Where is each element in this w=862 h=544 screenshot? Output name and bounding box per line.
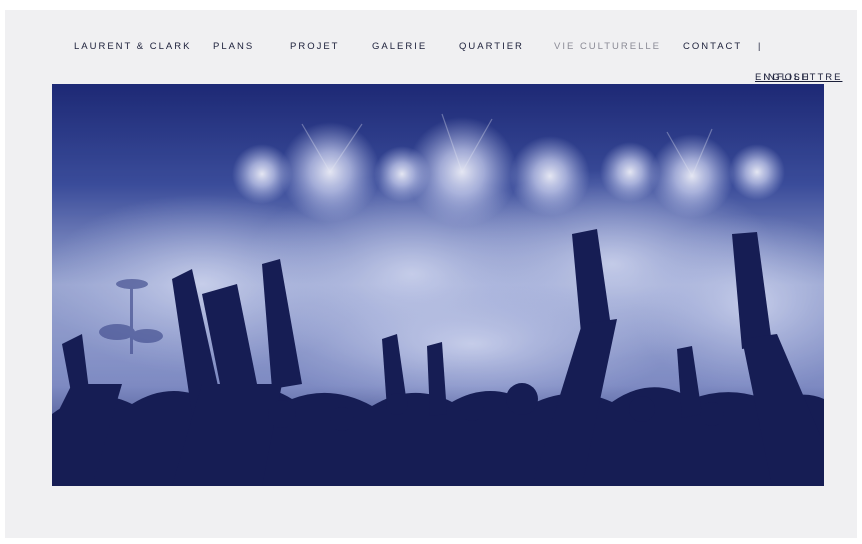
- nav-item-projet[interactable]: PROJET: [290, 41, 339, 52]
- top-navigation: LAURENT & CLARK PLANS PROJET GALERIE QUA…: [5, 10, 857, 84]
- newsletter-link[interactable]: Infolettre: [763, 72, 842, 83]
- nav-item-galerie[interactable]: GALERIE: [372, 41, 427, 52]
- hero-image: [52, 84, 824, 486]
- utility-links: English | Infolettre: [755, 41, 840, 83]
- page-frame: LAURENT & CLARK PLANS PROJET GALERIE QUA…: [5, 10, 857, 538]
- concert-crowd-illustration: [52, 84, 824, 486]
- nav-item-contact[interactable]: CONTACT: [683, 41, 742, 52]
- nav-item-plans[interactable]: PLANS: [213, 41, 254, 52]
- nav-item-vie-culturelle[interactable]: VIE CULTURELLE: [554, 41, 661, 52]
- brand-logo-link[interactable]: LAURENT & CLARK: [74, 41, 191, 52]
- nav-item-quartier[interactable]: QUARTIER: [459, 41, 524, 52]
- utility-separator: |: [758, 41, 761, 51]
